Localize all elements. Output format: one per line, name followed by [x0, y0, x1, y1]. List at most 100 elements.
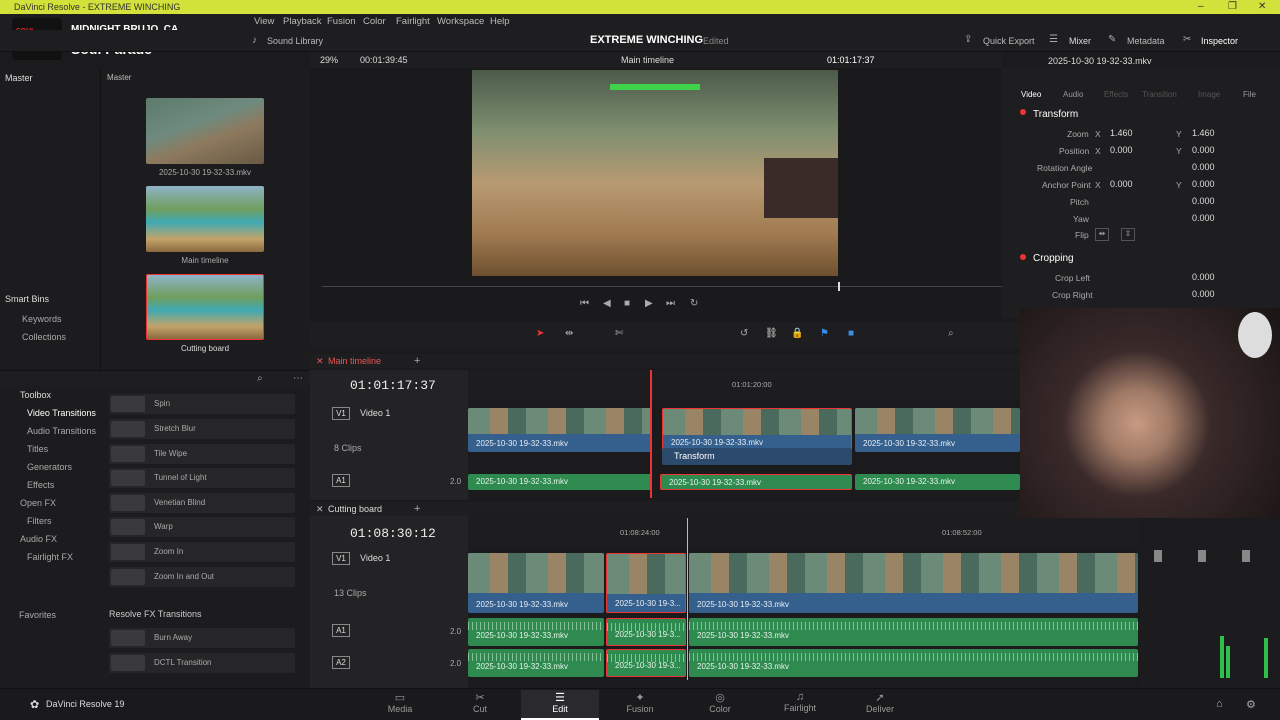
cb-clip-1[interactable]: 2025-10-30 19-32-33.mkv: [468, 553, 604, 613]
viewer-zoom[interactable]: 29%: [320, 55, 338, 65]
inspector-tab-image[interactable]: Image: [1198, 90, 1220, 99]
crop-left-value[interactable]: 0.000: [1192, 272, 1215, 282]
page-color[interactable]: ◎ Color: [681, 690, 759, 720]
link-icon[interactable]: ⛓: [765, 328, 778, 339]
bin-master-tree[interactable]: Master: [5, 73, 33, 83]
menu-fairlight[interactable]: Fairlight: [396, 16, 430, 27]
fader-1[interactable]: [1154, 550, 1162, 562]
inspector-tab-audio[interactable]: Audio: [1063, 90, 1083, 99]
toolbox-open-fx[interactable]: Open FX: [20, 498, 56, 508]
page-deliver[interactable]: ➚ Deliver: [841, 690, 919, 720]
cutting-board-tab[interactable]: Cutting board: [328, 504, 382, 514]
close-tab-icon[interactable]: ✕: [316, 504, 324, 515]
previous-clip-icon[interactable]: ⏮: [580, 298, 589, 309]
toolbox-generators[interactable]: Generators: [27, 462, 72, 472]
anchor-x-value[interactable]: 0.000: [1110, 179, 1133, 189]
pitch-value[interactable]: 0.000: [1192, 196, 1215, 206]
position-y-value[interactable]: 0.000: [1192, 145, 1215, 155]
close-tab-icon[interactable]: ✕: [316, 356, 324, 367]
page-edit[interactable]: ☰ Edit: [521, 690, 599, 720]
add-tab-icon[interactable]: +: [414, 503, 420, 515]
toolbox-audio-fx[interactable]: Audio FX: [20, 534, 57, 544]
home-icon[interactable]: ⌂: [1216, 698, 1223, 710]
cb-a1-clip-1[interactable]: 2025-10-30 19-32-33.mkv: [468, 618, 604, 646]
main-clip-2-selected[interactable]: 2025-10-30 19-32-33.mkv: [662, 408, 852, 452]
cb-a1-clip-2[interactable]: 2025-10-30 19-3...: [606, 618, 686, 646]
fx-tile-wipe[interactable]: Tile Wipe: [109, 444, 295, 464]
inspector-tab-video[interactable]: Video: [1021, 90, 1041, 99]
cb-a2-clip-3[interactable]: 2025-10-30 19-32-33.mkv: [689, 649, 1138, 677]
toolbox-root[interactable]: Toolbox: [20, 390, 51, 400]
mixer-button[interactable]: Mixer: [1069, 36, 1091, 46]
smart-bin-keywords[interactable]: Keywords: [22, 314, 62, 324]
snapping-icon[interactable]: ↺: [740, 328, 748, 339]
settings-gear-icon[interactable]: ⚙: [1246, 698, 1256, 711]
inspector-tab-transition[interactable]: Transition: [1142, 90, 1177, 99]
flag-icon[interactable]: ⚑: [820, 328, 829, 339]
quick-export-button[interactable]: Quick Export: [983, 36, 1035, 46]
flip-vertical-icon[interactable]: ⇳: [1121, 228, 1135, 241]
toolbox-fairlight-fx[interactable]: Fairlight FX: [27, 552, 73, 562]
fx-stretch-blur[interactable]: Stretch Blur: [109, 419, 295, 439]
page-cut[interactable]: ✂ Cut: [441, 690, 519, 720]
fader-3[interactable]: [1242, 550, 1250, 562]
fx-zoom-in[interactable]: Zoom In: [109, 542, 295, 562]
fx-spin[interactable]: Spin: [109, 394, 295, 414]
transform-section[interactable]: Transform: [1033, 109, 1078, 120]
viewer-timeline-name[interactable]: Main timeline: [621, 55, 674, 65]
next-clip-icon[interactable]: ⏭: [666, 298, 675, 309]
cb-a2-clip-1[interactable]: 2025-10-30 19-32-33.mkv: [468, 649, 604, 677]
toolbox-favorites[interactable]: Favorites: [19, 610, 56, 620]
flip-horizontal-icon[interactable]: ⇹: [1095, 228, 1109, 241]
track-v1-label[interactable]: V1: [332, 407, 350, 420]
inspector-tab-file[interactable]: File: [1243, 90, 1256, 99]
fx-burn-away[interactable]: Burn Away: [109, 628, 295, 648]
reverse-play-icon[interactable]: ◀: [603, 298, 611, 309]
media-clip-thumbnail[interactable]: [146, 98, 264, 164]
trim-tool-icon[interactable]: ⇹: [565, 328, 573, 339]
main-audio-3[interactable]: 2025-10-30 19-32-33.mkv: [855, 474, 1020, 490]
page-fusion[interactable]: ✦ Fusion: [601, 690, 679, 720]
fader-2[interactable]: [1198, 550, 1206, 562]
cutting-board-playhead[interactable]: [687, 518, 688, 680]
zoom-x-value[interactable]: 1.460: [1110, 128, 1133, 138]
cb-clip-2[interactable]: 2025-10-30 19-3...: [606, 553, 686, 613]
page-media[interactable]: ▭ Media: [361, 690, 439, 720]
toolbox-audio-transitions[interactable]: Audio Transitions: [27, 426, 96, 436]
cb-a2-clip-2[interactable]: 2025-10-30 19-3...: [606, 649, 686, 677]
main-clip-1[interactable]: 2025-10-30 19-32-33.mkv: [468, 408, 652, 452]
viewer-scrubber[interactable]: [322, 286, 1002, 287]
fx-warp[interactable]: Warp: [109, 517, 295, 537]
cropping-section[interactable]: Cropping: [1033, 253, 1074, 264]
blade-tool-icon[interactable]: ✄: [615, 328, 623, 339]
main-clip-3[interactable]: 2025-10-30 19-32-33.mkv: [855, 408, 1020, 452]
play-icon[interactable]: ▶: [645, 298, 653, 309]
anchor-y-value[interactable]: 0.000: [1192, 179, 1215, 189]
cb-clip-3[interactable]: 2025-10-30 19-32-33.mkv: [689, 553, 1138, 613]
position-lock-icon[interactable]: 🔒: [791, 328, 803, 339]
metadata-button[interactable]: Metadata: [1127, 36, 1165, 46]
cb-track-v1-label[interactable]: V1: [332, 552, 350, 565]
menu-fusion[interactable]: Fusion: [327, 16, 356, 27]
menu-view[interactable]: View: [254, 16, 274, 27]
toolbox-filters[interactable]: Filters: [27, 516, 52, 526]
fx-zoom-in-and-out[interactable]: Zoom In and Out: [109, 567, 295, 587]
main-audio-2[interactable]: 2025-10-30 19-32-33.mkv: [660, 474, 852, 490]
cutting-board-thumbnail[interactable]: [146, 274, 264, 340]
cropping-enabled-icon[interactable]: [1020, 254, 1026, 260]
zoom-y-value[interactable]: 1.460: [1192, 128, 1215, 138]
more-options-icon[interactable]: ⋯: [293, 373, 303, 384]
marker-icon[interactable]: ■: [848, 328, 854, 339]
main-timeline-tab[interactable]: Main timeline: [328, 356, 381, 366]
yaw-value[interactable]: 0.000: [1192, 213, 1215, 223]
cutting-board-ruler[interactable]: 01:08:24:00 01:08:52:00: [468, 516, 1140, 546]
main-timeline-ruler[interactable]: 01:01:20:00: [468, 370, 1020, 400]
zoom-icon[interactable]: ⌕: [948, 328, 954, 339]
menu-playback[interactable]: Playback: [283, 16, 322, 27]
sound-library-button[interactable]: Sound Library: [267, 36, 323, 46]
crop-right-value[interactable]: 0.000: [1192, 289, 1215, 299]
transform-keyframe-track[interactable]: Transform: [662, 448, 852, 465]
main-timeline-playhead[interactable]: [650, 370, 652, 498]
menu-color[interactable]: Color: [363, 16, 386, 27]
loop-icon[interactable]: ↻: [690, 298, 698, 309]
